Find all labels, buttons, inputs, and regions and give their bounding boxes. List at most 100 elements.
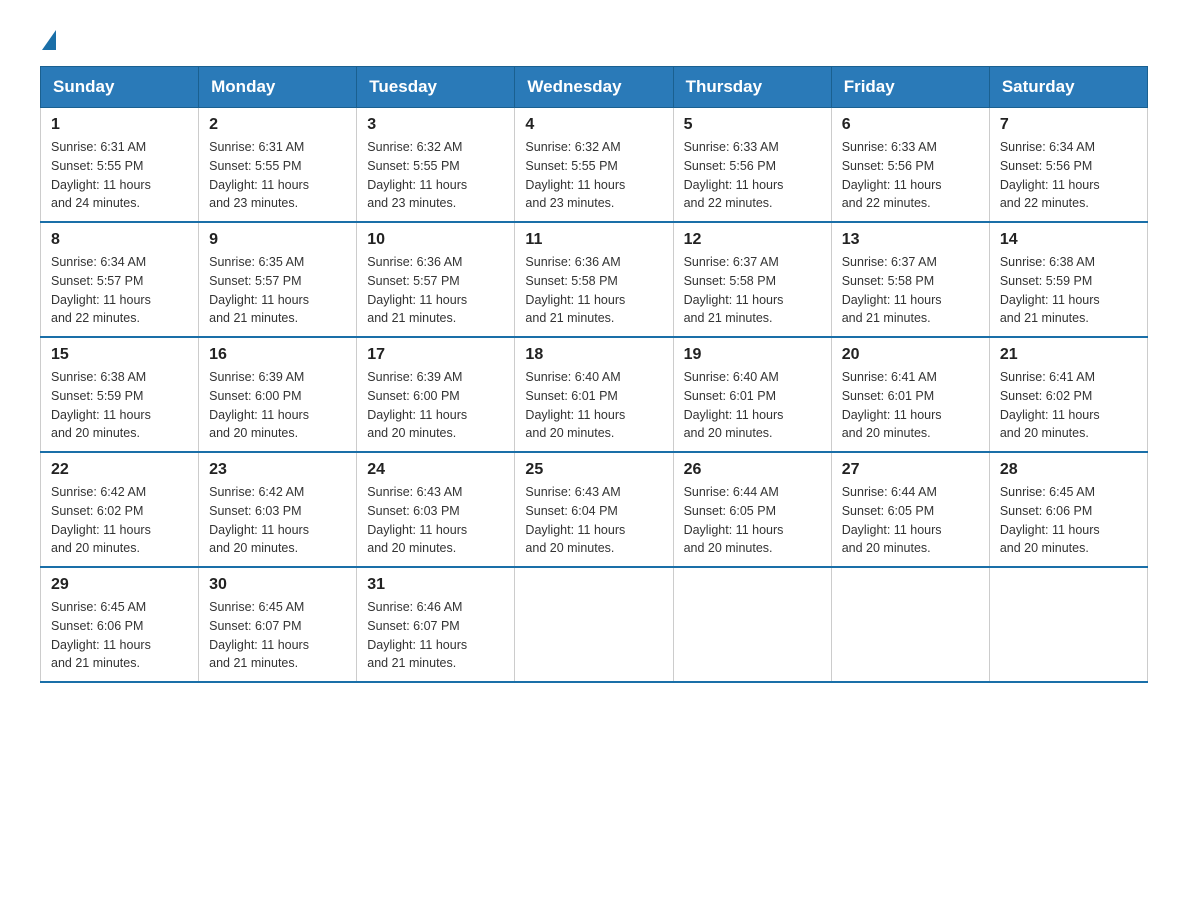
day-info: Sunrise: 6:32 AM Sunset: 5:55 PM Dayligh… — [525, 138, 662, 213]
day-info: Sunrise: 6:38 AM Sunset: 5:59 PM Dayligh… — [51, 368, 188, 443]
day-cell: 22 Sunrise: 6:42 AM Sunset: 6:02 PM Dayl… — [41, 452, 199, 567]
day-cell: 25 Sunrise: 6:43 AM Sunset: 6:04 PM Dayl… — [515, 452, 673, 567]
day-info: Sunrise: 6:32 AM Sunset: 5:55 PM Dayligh… — [367, 138, 504, 213]
day-number: 25 — [525, 461, 662, 479]
header-cell-tuesday: Tuesday — [357, 67, 515, 108]
header-cell-thursday: Thursday — [673, 67, 831, 108]
day-info: Sunrise: 6:34 AM Sunset: 5:57 PM Dayligh… — [51, 253, 188, 328]
calendar-table: SundayMondayTuesdayWednesdayThursdayFrid… — [40, 66, 1148, 683]
day-info: Sunrise: 6:33 AM Sunset: 5:56 PM Dayligh… — [842, 138, 979, 213]
day-cell: 11 Sunrise: 6:36 AM Sunset: 5:58 PM Dayl… — [515, 222, 673, 337]
logo — [40, 30, 58, 46]
day-info: Sunrise: 6:45 AM Sunset: 6:07 PM Dayligh… — [209, 598, 346, 673]
header-cell-saturday: Saturday — [989, 67, 1147, 108]
day-cell: 8 Sunrise: 6:34 AM Sunset: 5:57 PM Dayli… — [41, 222, 199, 337]
day-info: Sunrise: 6:39 AM Sunset: 6:00 PM Dayligh… — [367, 368, 504, 443]
day-cell — [989, 567, 1147, 682]
day-number: 15 — [51, 346, 188, 364]
day-info: Sunrise: 6:43 AM Sunset: 6:03 PM Dayligh… — [367, 483, 504, 558]
day-info: Sunrise: 6:33 AM Sunset: 5:56 PM Dayligh… — [684, 138, 821, 213]
day-info: Sunrise: 6:41 AM Sunset: 6:01 PM Dayligh… — [842, 368, 979, 443]
day-info: Sunrise: 6:38 AM Sunset: 5:59 PM Dayligh… — [1000, 253, 1137, 328]
day-number: 24 — [367, 461, 504, 479]
header-row: SundayMondayTuesdayWednesdayThursdayFrid… — [41, 67, 1148, 108]
day-cell: 9 Sunrise: 6:35 AM Sunset: 5:57 PM Dayli… — [199, 222, 357, 337]
day-cell: 16 Sunrise: 6:39 AM Sunset: 6:00 PM Dayl… — [199, 337, 357, 452]
day-number: 4 — [525, 116, 662, 134]
header-cell-sunday: Sunday — [41, 67, 199, 108]
day-cell: 15 Sunrise: 6:38 AM Sunset: 5:59 PM Dayl… — [41, 337, 199, 452]
day-cell — [515, 567, 673, 682]
day-number: 7 — [1000, 116, 1137, 134]
day-cell: 1 Sunrise: 6:31 AM Sunset: 5:55 PM Dayli… — [41, 108, 199, 223]
day-info: Sunrise: 6:45 AM Sunset: 6:06 PM Dayligh… — [51, 598, 188, 673]
day-number: 21 — [1000, 346, 1137, 364]
day-info: Sunrise: 6:42 AM Sunset: 6:03 PM Dayligh… — [209, 483, 346, 558]
day-number: 20 — [842, 346, 979, 364]
day-cell: 23 Sunrise: 6:42 AM Sunset: 6:03 PM Dayl… — [199, 452, 357, 567]
day-cell — [673, 567, 831, 682]
day-cell: 31 Sunrise: 6:46 AM Sunset: 6:07 PM Dayl… — [357, 567, 515, 682]
day-number: 19 — [684, 346, 821, 364]
day-cell: 2 Sunrise: 6:31 AM Sunset: 5:55 PM Dayli… — [199, 108, 357, 223]
day-cell: 18 Sunrise: 6:40 AM Sunset: 6:01 PM Dayl… — [515, 337, 673, 452]
day-number: 29 — [51, 576, 188, 594]
day-number: 28 — [1000, 461, 1137, 479]
day-number: 14 — [1000, 231, 1137, 249]
day-cell: 17 Sunrise: 6:39 AM Sunset: 6:00 PM Dayl… — [357, 337, 515, 452]
day-cell: 24 Sunrise: 6:43 AM Sunset: 6:03 PM Dayl… — [357, 452, 515, 567]
day-cell: 29 Sunrise: 6:45 AM Sunset: 6:06 PM Dayl… — [41, 567, 199, 682]
day-info: Sunrise: 6:44 AM Sunset: 6:05 PM Dayligh… — [842, 483, 979, 558]
day-number: 12 — [684, 231, 821, 249]
day-number: 8 — [51, 231, 188, 249]
day-info: Sunrise: 6:35 AM Sunset: 5:57 PM Dayligh… — [209, 253, 346, 328]
day-number: 11 — [525, 231, 662, 249]
week-row-5: 29 Sunrise: 6:45 AM Sunset: 6:06 PM Dayl… — [41, 567, 1148, 682]
calendar-body: 1 Sunrise: 6:31 AM Sunset: 5:55 PM Dayli… — [41, 108, 1148, 683]
day-cell: 19 Sunrise: 6:40 AM Sunset: 6:01 PM Dayl… — [673, 337, 831, 452]
day-number: 27 — [842, 461, 979, 479]
day-info: Sunrise: 6:37 AM Sunset: 5:58 PM Dayligh… — [842, 253, 979, 328]
day-cell: 28 Sunrise: 6:45 AM Sunset: 6:06 PM Dayl… — [989, 452, 1147, 567]
day-number: 18 — [525, 346, 662, 364]
day-cell: 27 Sunrise: 6:44 AM Sunset: 6:05 PM Dayl… — [831, 452, 989, 567]
week-row-2: 8 Sunrise: 6:34 AM Sunset: 5:57 PM Dayli… — [41, 222, 1148, 337]
day-cell: 12 Sunrise: 6:37 AM Sunset: 5:58 PM Dayl… — [673, 222, 831, 337]
day-info: Sunrise: 6:44 AM Sunset: 6:05 PM Dayligh… — [684, 483, 821, 558]
week-row-4: 22 Sunrise: 6:42 AM Sunset: 6:02 PM Dayl… — [41, 452, 1148, 567]
day-number: 22 — [51, 461, 188, 479]
day-number: 9 — [209, 231, 346, 249]
page-header — [40, 30, 1148, 46]
day-info: Sunrise: 6:36 AM Sunset: 5:58 PM Dayligh… — [525, 253, 662, 328]
day-cell: 30 Sunrise: 6:45 AM Sunset: 6:07 PM Dayl… — [199, 567, 357, 682]
day-number: 3 — [367, 116, 504, 134]
week-row-1: 1 Sunrise: 6:31 AM Sunset: 5:55 PM Dayli… — [41, 108, 1148, 223]
day-cell: 13 Sunrise: 6:37 AM Sunset: 5:58 PM Dayl… — [831, 222, 989, 337]
day-cell: 20 Sunrise: 6:41 AM Sunset: 6:01 PM Dayl… — [831, 337, 989, 452]
day-number: 30 — [209, 576, 346, 594]
day-number: 26 — [684, 461, 821, 479]
day-info: Sunrise: 6:43 AM Sunset: 6:04 PM Dayligh… — [525, 483, 662, 558]
header-cell-wednesday: Wednesday — [515, 67, 673, 108]
week-row-3: 15 Sunrise: 6:38 AM Sunset: 5:59 PM Dayl… — [41, 337, 1148, 452]
day-cell: 6 Sunrise: 6:33 AM Sunset: 5:56 PM Dayli… — [831, 108, 989, 223]
day-info: Sunrise: 6:40 AM Sunset: 6:01 PM Dayligh… — [684, 368, 821, 443]
day-cell: 5 Sunrise: 6:33 AM Sunset: 5:56 PM Dayli… — [673, 108, 831, 223]
logo-text — [40, 30, 58, 50]
day-info: Sunrise: 6:41 AM Sunset: 6:02 PM Dayligh… — [1000, 368, 1137, 443]
day-number: 17 — [367, 346, 504, 364]
day-info: Sunrise: 6:31 AM Sunset: 5:55 PM Dayligh… — [209, 138, 346, 213]
day-cell: 14 Sunrise: 6:38 AM Sunset: 5:59 PM Dayl… — [989, 222, 1147, 337]
day-number: 13 — [842, 231, 979, 249]
calendar-header: SundayMondayTuesdayWednesdayThursdayFrid… — [41, 67, 1148, 108]
header-cell-monday: Monday — [199, 67, 357, 108]
day-number: 6 — [842, 116, 979, 134]
day-info: Sunrise: 6:45 AM Sunset: 6:06 PM Dayligh… — [1000, 483, 1137, 558]
day-number: 2 — [209, 116, 346, 134]
logo-triangle-icon — [42, 30, 56, 50]
day-cell: 10 Sunrise: 6:36 AM Sunset: 5:57 PM Dayl… — [357, 222, 515, 337]
day-info: Sunrise: 6:34 AM Sunset: 5:56 PM Dayligh… — [1000, 138, 1137, 213]
day-info: Sunrise: 6:42 AM Sunset: 6:02 PM Dayligh… — [51, 483, 188, 558]
day-number: 10 — [367, 231, 504, 249]
day-info: Sunrise: 6:40 AM Sunset: 6:01 PM Dayligh… — [525, 368, 662, 443]
